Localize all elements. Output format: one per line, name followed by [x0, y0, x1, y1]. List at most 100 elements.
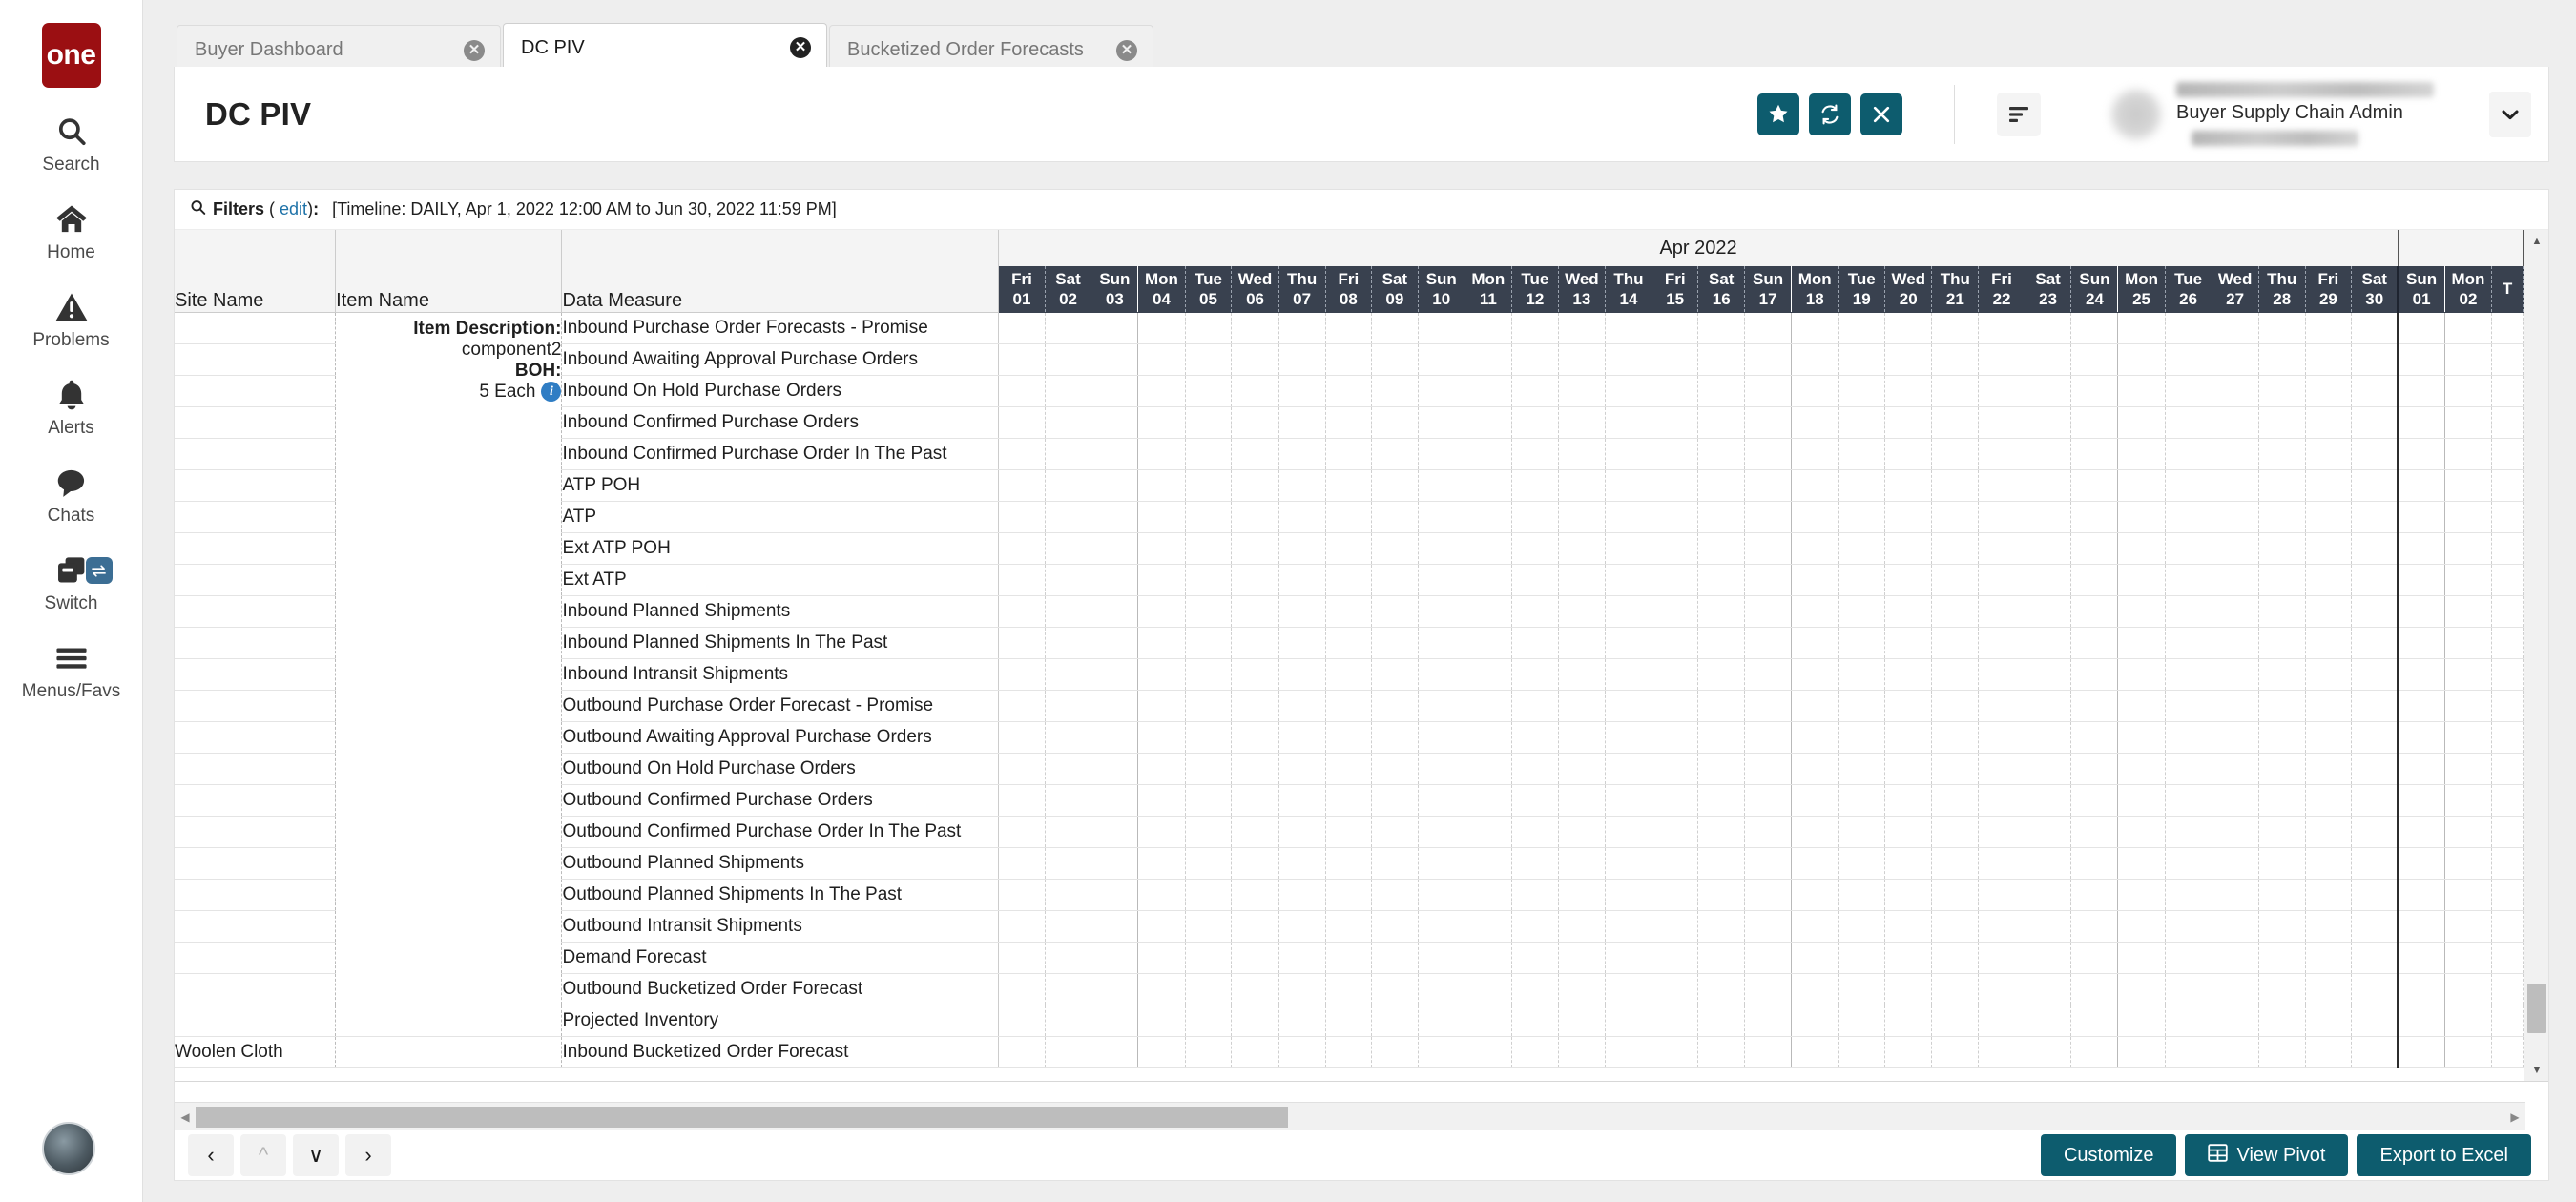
grid-cell[interactable]: [1745, 564, 1792, 595]
grid-cell[interactable]: [2258, 1036, 2305, 1067]
grid-cell[interactable]: [1698, 879, 1745, 910]
sidebar-item-chats[interactable]: Chats: [0, 464, 143, 527]
grid-cell[interactable]: [1885, 564, 1932, 595]
grid-cell[interactable]: [1418, 312, 1465, 343]
grid-cell[interactable]: [1652, 816, 1697, 847]
grid-cell[interactable]: [2025, 627, 2071, 658]
grid-cell[interactable]: [1511, 658, 1558, 690]
grid-cell[interactable]: [2398, 690, 2444, 721]
grid-cell[interactable]: [1045, 847, 1091, 879]
grid-cell[interactable]: [1652, 753, 1697, 784]
grid-cell[interactable]: [1558, 595, 1605, 627]
page-next-button[interactable]: ›: [345, 1134, 391, 1176]
grid-cell[interactable]: [1698, 847, 1745, 879]
grid-cell[interactable]: [1091, 438, 1138, 469]
day-header[interactable]: Wed13: [1558, 266, 1605, 312]
grid-cell[interactable]: [2305, 501, 2351, 532]
grid-cell[interactable]: [1138, 658, 1185, 690]
grid-cell[interactable]: [1839, 784, 1885, 816]
grid-cell[interactable]: [1792, 879, 1839, 910]
grid-cell[interactable]: [1325, 973, 1371, 1005]
grid-cell[interactable]: [1839, 847, 1885, 879]
grid-cell[interactable]: [2492, 784, 2524, 816]
grid-cell[interactable]: [1606, 343, 1652, 375]
grid-cell[interactable]: [2118, 973, 2165, 1005]
grid-cell[interactable]: [1745, 532, 1792, 564]
grid-cell[interactable]: [2025, 847, 2071, 879]
grid-cell[interactable]: [1278, 595, 1325, 627]
grid-cell[interactable]: [1932, 627, 1979, 658]
grid-cell[interactable]: [2071, 910, 2118, 942]
grid-cell[interactable]: [1606, 942, 1652, 973]
grid-cell[interactable]: [2444, 343, 2491, 375]
grid-cell[interactable]: [1185, 816, 1232, 847]
grid-cell[interactable]: [1372, 501, 1419, 532]
grid-cell[interactable]: [1885, 753, 1932, 784]
grid-cell[interactable]: [1185, 753, 1232, 784]
grid-cell[interactable]: [2165, 564, 2212, 595]
grid-cell[interactable]: [1278, 784, 1325, 816]
grid-cell[interactable]: [1185, 501, 1232, 532]
grid-cell[interactable]: [1839, 595, 1885, 627]
grid-cell[interactable]: [2118, 1005, 2165, 1036]
grid-cell[interactable]: [1185, 343, 1232, 375]
grid-cell[interactable]: [1745, 438, 1792, 469]
grid-cell[interactable]: [1232, 784, 1278, 816]
cell-data-measure[interactable]: Inbound Planned Shipments: [562, 595, 999, 627]
grid-cell[interactable]: [2492, 343, 2524, 375]
grid-cell[interactable]: [2258, 753, 2305, 784]
grid-cell[interactable]: [1885, 312, 1932, 343]
grid-cell[interactable]: [999, 973, 1045, 1005]
grid-cell[interactable]: [1606, 438, 1652, 469]
grid-cell[interactable]: [2258, 532, 2305, 564]
cell-data-measure[interactable]: Demand Forecast: [562, 942, 999, 973]
grid-cell[interactable]: [1045, 816, 1091, 847]
grid-cell[interactable]: [1278, 816, 1325, 847]
grid-cell[interactable]: [1979, 627, 2025, 658]
grid-cell[interactable]: [2352, 847, 2399, 879]
grid-cell[interactable]: [2165, 595, 2212, 627]
grid-cell[interactable]: [2305, 564, 2351, 595]
grid-cell[interactable]: [2444, 595, 2491, 627]
grid-cell[interactable]: [2352, 942, 2399, 973]
grid-cell[interactable]: [1885, 690, 1932, 721]
grid-cell[interactable]: [2352, 816, 2399, 847]
sidebar-item-search[interactable]: Search: [0, 113, 143, 176]
grid-cell[interactable]: [2305, 658, 2351, 690]
chevron-down-icon[interactable]: [2489, 92, 2531, 137]
day-header[interactable]: Sat23: [2025, 266, 2071, 312]
info-icon[interactable]: i: [541, 382, 561, 402]
grid-cell[interactable]: [2492, 816, 2524, 847]
grid-cell[interactable]: [1511, 784, 1558, 816]
cell-data-measure[interactable]: Inbound Confirmed Purchase Order In The …: [562, 438, 999, 469]
grid-cell[interactable]: [1278, 910, 1325, 942]
grid-cell[interactable]: [2071, 753, 2118, 784]
scroll-right-icon[interactable]: ▶: [2504, 1103, 2525, 1131]
grid-cell[interactable]: [1698, 343, 1745, 375]
grid-cell[interactable]: [1418, 469, 1465, 501]
grid-cell[interactable]: [1045, 942, 1091, 973]
grid-cell[interactable]: [2071, 690, 2118, 721]
grid-cell[interactable]: [1979, 847, 2025, 879]
filters-edit-link[interactable]: edit: [280, 199, 307, 218]
grid-cell[interactable]: [1839, 753, 1885, 784]
grid-cell[interactable]: [1325, 784, 1371, 816]
grid-cell[interactable]: [2118, 1036, 2165, 1067]
grid-cell[interactable]: [999, 942, 1045, 973]
grid-cell[interactable]: [1885, 469, 1932, 501]
grid-cell[interactable]: [1091, 595, 1138, 627]
grid-cell[interactable]: [1745, 816, 1792, 847]
grid-cell[interactable]: [2352, 438, 2399, 469]
cell-data-measure[interactable]: ATP: [562, 501, 999, 532]
grid-cell[interactable]: [1606, 910, 1652, 942]
grid-cell[interactable]: [1558, 1005, 1605, 1036]
grid-cell[interactable]: [2071, 973, 2118, 1005]
grid-cell[interactable]: [1278, 343, 1325, 375]
grid-cell[interactable]: [2352, 564, 2399, 595]
grid-cell[interactable]: [1465, 816, 1511, 847]
grid-cell[interactable]: [2258, 816, 2305, 847]
grid-cell[interactable]: [1045, 312, 1091, 343]
grid-cell[interactable]: [2352, 879, 2399, 910]
grid-cell[interactable]: [1792, 564, 1839, 595]
grid-cell[interactable]: [1465, 658, 1511, 690]
